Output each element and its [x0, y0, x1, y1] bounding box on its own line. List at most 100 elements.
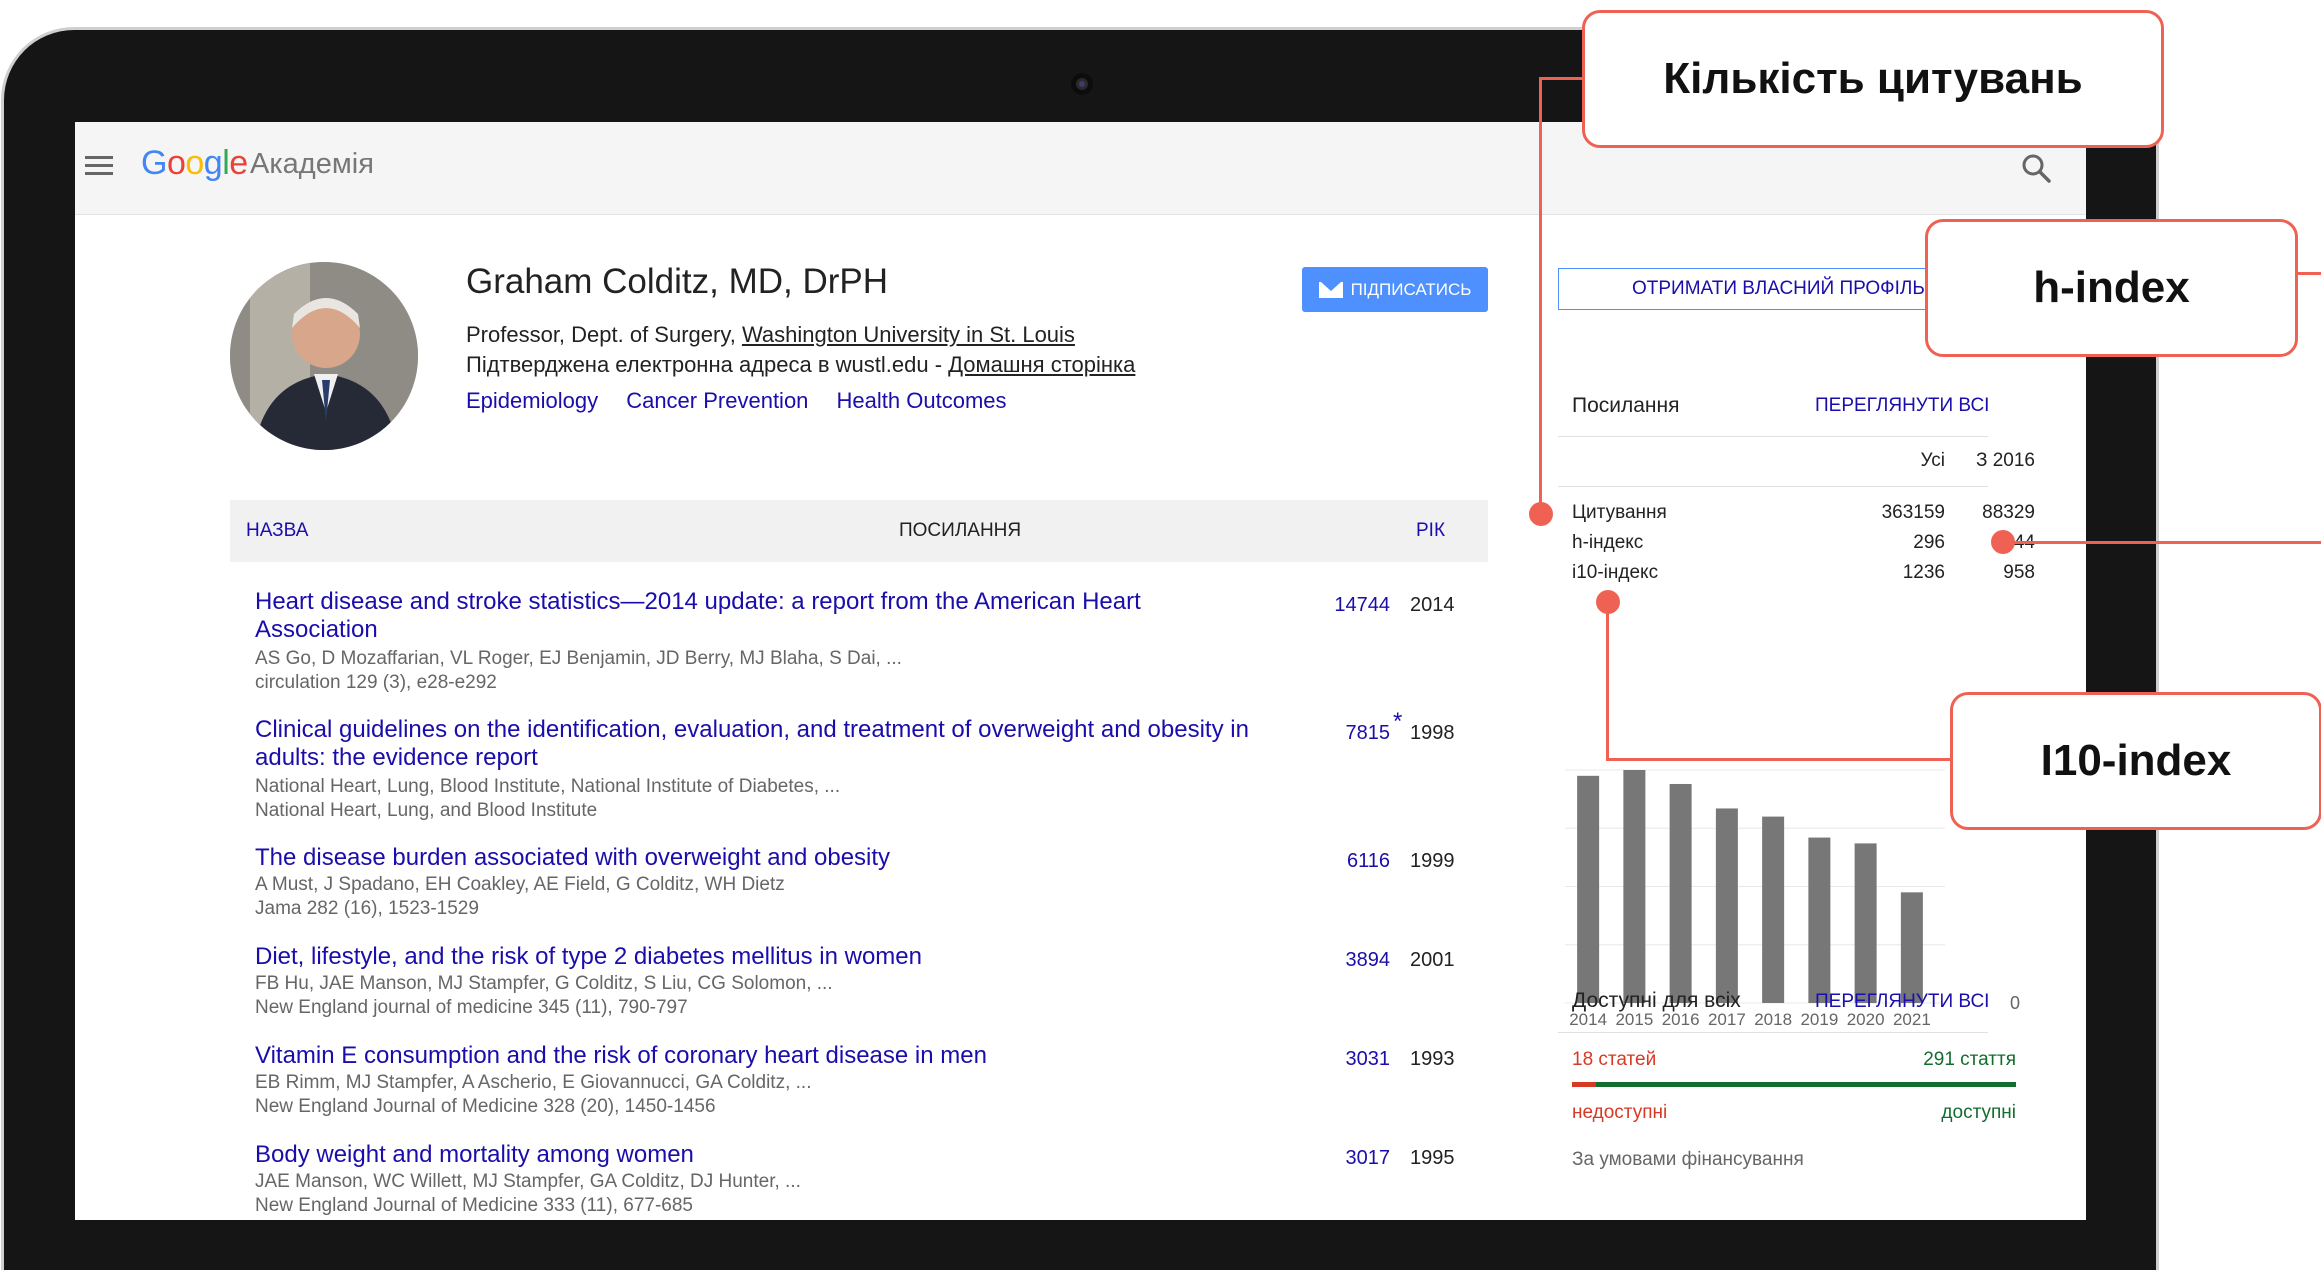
divider	[1558, 436, 1988, 437]
publication-venue: New England Journal of Medicine 333 (11)…	[255, 1195, 693, 1216]
browser-screen: Google Академія Graham Colditz, MD, DrPH…	[75, 122, 2086, 1220]
callout-connector	[1539, 77, 1583, 80]
google-logo[interactable]: Google	[141, 144, 248, 183]
interest-health-outcomes[interactable]: Health Outcomes	[837, 388, 1007, 413]
publication-year: 1998	[1410, 722, 1455, 744]
unavailable-bar	[1572, 1082, 1596, 1087]
menu-icon[interactable]	[85, 156, 113, 176]
available-count[interactable]: 291 стаття	[1875, 1049, 2016, 1071]
webcam-icon	[1071, 73, 1093, 95]
publication-title[interactable]: Heart disease and stroke statistics—2014…	[255, 588, 1255, 644]
homepage-link[interactable]: Домашня сторінка	[948, 352, 1135, 377]
callout-connector	[1539, 78, 1542, 514]
bar-2019[interactable]	[1808, 837, 1831, 1003]
column-all: Усі	[1920, 450, 1945, 471]
column-since: З 2016	[1975, 450, 2035, 471]
publication-authors: National Heart, Lung, Blood Institute, N…	[255, 776, 841, 797]
publications-table-header: НАЗВА ПОСИЛАННЯ РІК	[230, 500, 1488, 562]
avatar	[230, 262, 418, 450]
citations-per-year-chart: 20142015201620172018201920202021200000	[1565, 760, 2020, 1029]
stat-label-i10: i10-індекс	[1572, 562, 1659, 583]
callout-dot	[1596, 590, 1620, 614]
email-text: Підтверджена електронна адреса в wustl.e…	[466, 352, 949, 377]
publication-year: 1993	[1410, 1048, 1455, 1070]
verified-email: Підтверджена електронна адреса в wustl.e…	[466, 352, 1135, 378]
logo-subtitle: Академія	[250, 148, 374, 180]
bar-2021[interactable]	[1900, 892, 1923, 1003]
publication-year: 1995	[1410, 1147, 1455, 1169]
bar-2015[interactable]	[1623, 770, 1646, 1003]
affiliation-link[interactable]: Washington University in St. Louis	[742, 322, 1075, 347]
callout-dot	[1991, 530, 2015, 554]
get-own-profile-button[interactable]: ОТРИМАТИ ВЛАСНИЙ ПРОФІЛЬ	[1558, 268, 1943, 310]
bar-2016[interactable]	[1669, 783, 1692, 1003]
citation-count[interactable]: 6116	[1300, 850, 1390, 873]
view-all-citations-link[interactable]: ПЕРЕГЛЯНУТИ ВСІ	[1815, 395, 1989, 417]
divider	[1558, 486, 1988, 487]
publication-authors: FB Hu, JAE Manson, MJ Stampfer, G Coldit…	[255, 973, 833, 994]
callout-hindex: h-index	[1925, 219, 2298, 357]
bar-2018[interactable]	[1762, 816, 1785, 1003]
funding-mandates: За умовами фінансування	[1572, 1149, 1804, 1170]
available-bar	[1596, 1082, 2016, 1087]
publication-authors: JAE Manson, WC Willett, MJ Stampfer, GA …	[255, 1171, 801, 1192]
stat-i10-since: 958	[2003, 562, 2035, 583]
view-all-open-access-link[interactable]: ПЕРЕГЛЯНУТИ ВСІ	[1815, 991, 1989, 1013]
sort-by-title[interactable]: НАЗВА	[246, 520, 308, 542]
citation-count[interactable]: 14744	[1300, 594, 1390, 617]
merged-citations-star[interactable]: *	[1393, 708, 1402, 736]
publication-title[interactable]: Body weight and mortality among women	[255, 1141, 1255, 1169]
stat-i10-all: 1236	[1902, 562, 1945, 583]
stat-label-citations: Цитування	[1572, 502, 1667, 523]
unavailable-label: недоступні	[1572, 1102, 1668, 1123]
follow-label: ПІДПИСАТИСЬ	[1350, 279, 1472, 299]
stat-citations-since: 88329	[1982, 502, 2035, 523]
publication-title[interactable]: Diet, lifestyle, and the risk of type 2 …	[255, 943, 1255, 971]
interest-cancer-prevention[interactable]: Cancer Prevention	[626, 388, 808, 413]
unavailable-count[interactable]: 18 статей	[1572, 1049, 1656, 1071]
citation-count[interactable]: 3017	[1300, 1147, 1391, 1170]
cited-by-heading: Посилання	[1572, 394, 1680, 417]
publication-year: 2014	[1410, 594, 1455, 616]
publication-authors: A Must, J Spadano, EH Coakley, AE Field,…	[255, 874, 785, 895]
publication-venue: New England journal of medicine 345 (11)…	[255, 997, 688, 1018]
available-label: доступні	[1941, 1102, 2016, 1123]
callout-connector	[2003, 541, 2321, 544]
callout-i10: I10-index	[1950, 692, 2321, 830]
interest-epidemiology[interactable]: Epidemiology	[466, 388, 598, 413]
column-citations: ПОСИЛАННЯ	[899, 520, 1022, 541]
y-tick-label: 0	[2010, 993, 2020, 1013]
bar-2017[interactable]	[1715, 808, 1738, 1003]
research-interests: Epidemiology Cancer Prevention Health Ou…	[466, 388, 1029, 414]
citation-count[interactable]: 3894	[1300, 949, 1391, 972]
stat-citations-all: 363159	[1881, 502, 1945, 523]
callout-citations: Кількість цитувань	[1582, 10, 2164, 148]
citation-count[interactable]: 7815	[1300, 722, 1391, 745]
follow-button[interactable]: ПІДПИСАТИСЬ	[1302, 267, 1488, 312]
stat-label-hindex: h-індекс	[1572, 532, 1644, 553]
publication-venue: New England Journal of Medicine 328 (20)…	[255, 1096, 716, 1117]
search-icon[interactable]	[2020, 152, 2052, 184]
publication-venue: National Heart, Lung, and Blood Institut…	[255, 800, 598, 821]
sort-by-year[interactable]: РІК	[1416, 520, 1445, 542]
publication-title[interactable]: Vitamin E consumption and the risk of co…	[255, 1042, 1255, 1070]
publication-title[interactable]: The disease burden associated with overw…	[255, 844, 1255, 872]
publication-venue: circulation 129 (3), e28-e292	[255, 672, 497, 693]
affiliation-text: Professor, Dept. of Surgery,	[466, 322, 742, 347]
bar-2014[interactable]	[1577, 775, 1600, 1003]
affiliation: Professor, Dept. of Surgery, Washington …	[466, 322, 1075, 348]
stat-hindex-all: 296	[1913, 532, 1945, 553]
callout-connector	[2296, 272, 2321, 275]
callout-connector	[1606, 758, 1951, 761]
bar-2020[interactable]	[1854, 843, 1877, 1003]
citation-count[interactable]: 3031	[1300, 1048, 1391, 1071]
profile-name: Graham Colditz, MD, DrPH	[466, 262, 889, 301]
publication-venue: Jama 282 (16), 1523-1529	[255, 898, 479, 919]
publication-authors: AS Go, D Mozaffarian, VL Roger, EJ Benja…	[255, 648, 902, 669]
divider	[1558, 1032, 1988, 1033]
publication-authors: EB Rimm, MJ Stampfer, A Ascherio, E Giov…	[255, 1072, 812, 1093]
publication-title[interactable]: Clinical guidelines on the identificatio…	[255, 716, 1255, 772]
publication-year: 2001	[1410, 949, 1455, 971]
callout-dot	[1529, 502, 1553, 526]
x-tick-label: 2018	[1754, 1010, 1792, 1029]
